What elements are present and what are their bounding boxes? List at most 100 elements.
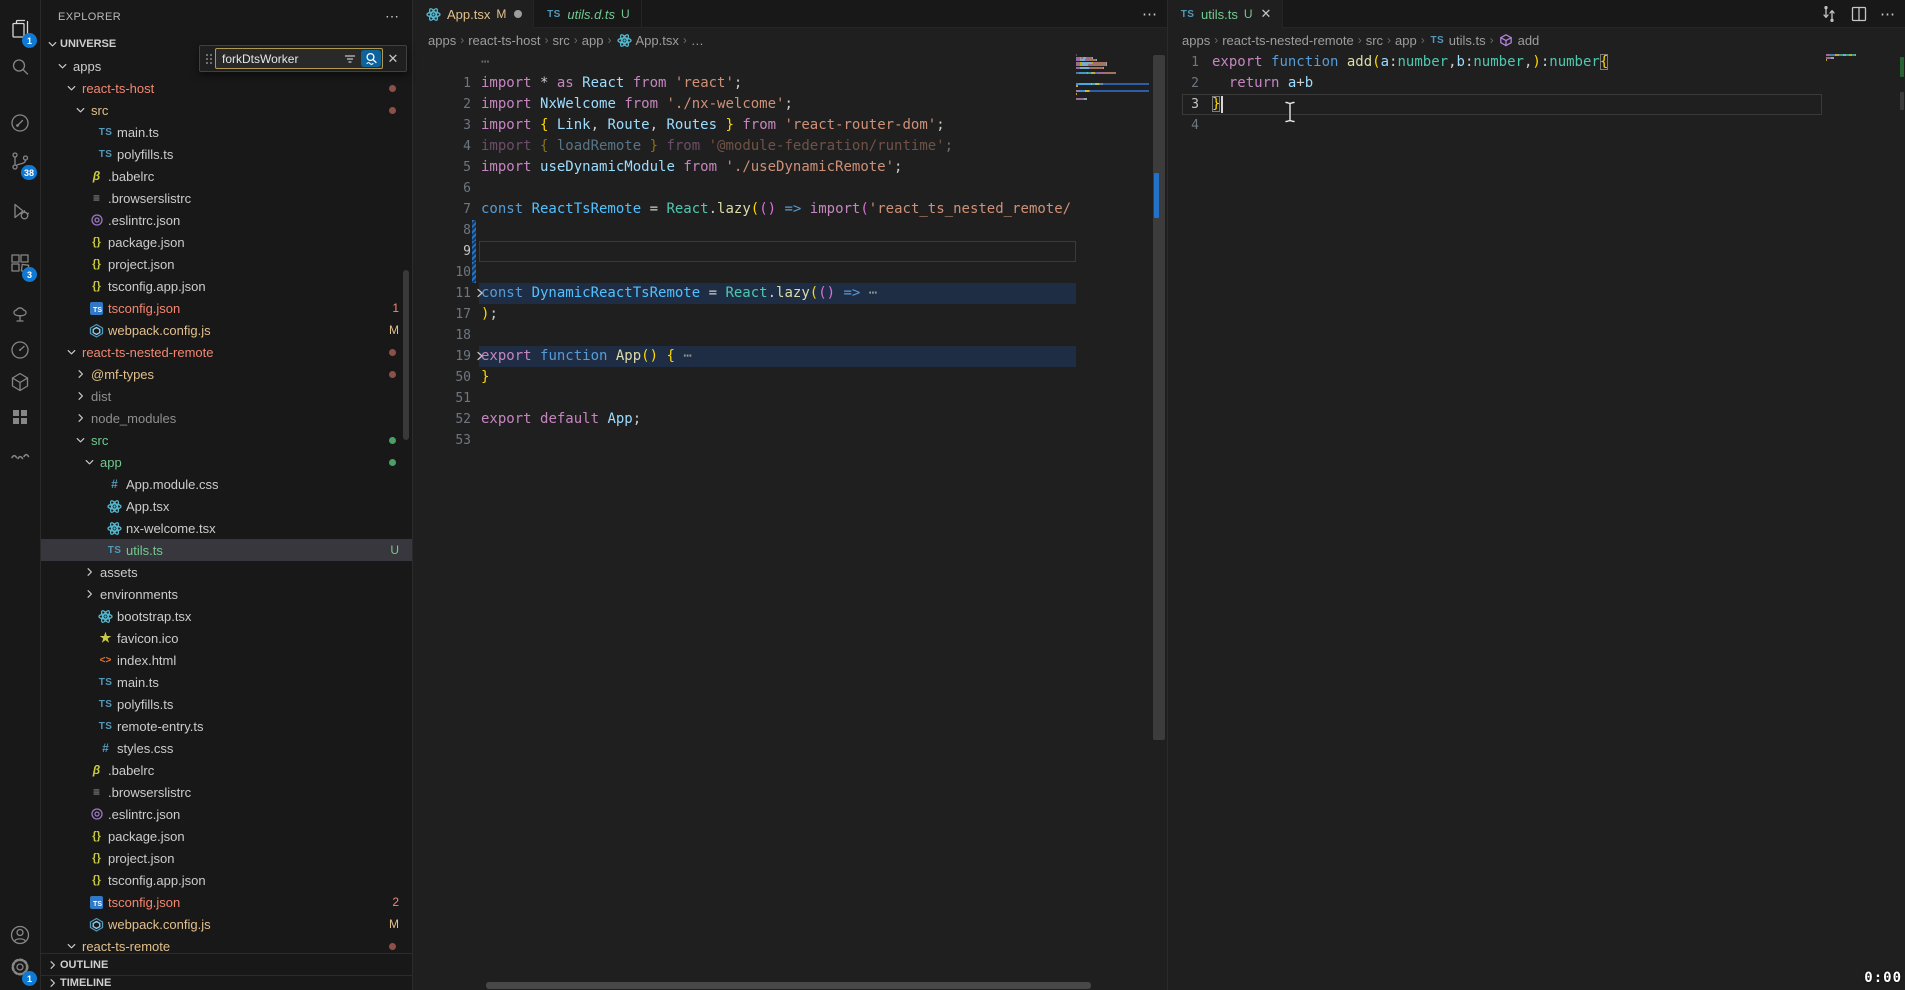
- tree-item-assets[interactable]: assets: [41, 561, 412, 583]
- code-line-9[interactable]: 9: [414, 241, 1167, 262]
- tree-item-polyfills.ts[interactable]: TSpolyfills.ts: [41, 693, 412, 715]
- line-number[interactable]: 6: [414, 178, 471, 199]
- code-line-53[interactable]: 53: [414, 430, 1167, 451]
- tree-item-nx-welcome.tsx[interactable]: nx-welcome.tsx: [41, 517, 412, 539]
- close-icon[interactable]: ✕: [1261, 6, 1272, 22]
- tree-item-.babelrc[interactable]: β.babelrc: [41, 165, 412, 187]
- code-line-17[interactable]: 17);: [414, 304, 1167, 325]
- tree-item-favicon.ico[interactable]: ★favicon.ico: [41, 627, 412, 649]
- breadcrumb-add[interactable]: add: [1498, 33, 1540, 48]
- timeline-section[interactable]: TIMELINE: [41, 975, 412, 990]
- run-debug-icon[interactable]: [0, 192, 40, 230]
- line-number[interactable]: 53: [414, 430, 471, 451]
- tree-item-index.html[interactable]: <>index.html: [41, 649, 412, 671]
- line-number[interactable]: 1: [414, 73, 471, 94]
- vertical-scrollbar[interactable]: [1153, 55, 1165, 740]
- line-number[interactable]: 7: [414, 199, 471, 220]
- code-line-2[interactable]: 2import NxWelcome from './nx-welcome';: [414, 94, 1167, 115]
- dirty-dot-icon[interactable]: [514, 10, 522, 18]
- waves-icon[interactable]: [0, 436, 40, 474]
- code-line-1[interactable]: 1import * as React from 'react';: [414, 73, 1167, 94]
- code-line-11[interactable]: 11const DynamicReactTsRemote = React.laz…: [414, 283, 1167, 304]
- tab-App.tsx[interactable]: App.tsxM: [414, 0, 534, 28]
- tree-item-webpack.config.js[interactable]: webpack.config.jsM: [41, 913, 412, 935]
- code-line-3[interactable]: 3import { Link, Route, Routes } from 're…: [414, 115, 1167, 136]
- breadcrumb-apps[interactable]: apps: [1182, 33, 1210, 48]
- tree-item-main.ts[interactable]: TSmain.ts: [41, 671, 412, 693]
- code-line-52[interactable]: 52export default App;: [414, 409, 1167, 430]
- tree-item-.eslintrc.json[interactable]: .eslintrc.json: [41, 209, 412, 231]
- editor-more-actions-icon[interactable]: ⋯: [1880, 5, 1896, 23]
- line-number[interactable]: 10: [414, 262, 471, 283]
- tree-item-tsconfig.app.json[interactable]: {}tsconfig.app.json: [41, 869, 412, 891]
- line-number[interactable]: 5: [414, 157, 471, 178]
- tree-item-tsconfig.json[interactable]: TStsconfig.json1: [41, 297, 412, 319]
- tree-item-react-ts-remote[interactable]: react-ts-remote: [41, 935, 412, 953]
- breadcrumb-utils.ts[interactable]: TSutils.ts: [1429, 33, 1486, 48]
- tree-item-.browserslistrc[interactable]: ≡.browserslistrc: [41, 187, 412, 209]
- tree-item-environments[interactable]: environments: [41, 583, 412, 605]
- tree-item-tsconfig.json[interactable]: TStsconfig.json2: [41, 891, 412, 913]
- line-number[interactable]: 4: [1168, 115, 1199, 136]
- breadcrumb-react-ts-host[interactable]: react-ts-host: [468, 33, 540, 48]
- code-line-2[interactable]: 2 return a+b: [1168, 73, 1905, 94]
- tab-utils.ts[interactable]: TSutils.tsU✕: [1168, 0, 1283, 28]
- line-number[interactable]: 50: [414, 367, 471, 388]
- code-editor-right[interactable]: 1export function add(a:number,b:number,)…: [1168, 52, 1905, 990]
- grip-icon[interactable]: [203, 52, 215, 66]
- tree-item-main.ts[interactable]: TSmain.ts: [41, 121, 412, 143]
- tree-filter-value[interactable]: forkDtsWorker: [222, 52, 340, 66]
- line-number[interactable]: 17: [414, 304, 471, 325]
- code-line-7[interactable]: 7const ReactTsRemote = React.lazy(() => …: [414, 199, 1167, 220]
- code-editor-left[interactable]: ⋯1import * as React from 'react';2import…: [414, 52, 1167, 990]
- tree-item-@mf-types[interactable]: @mf-types: [41, 363, 412, 385]
- tree-item-webpack.config.js[interactable]: webpack.config.jsM: [41, 319, 412, 341]
- cube-icon[interactable]: [0, 363, 40, 401]
- line-number[interactable]: 2: [414, 94, 471, 115]
- extensions-icon[interactable]: 3: [0, 244, 40, 282]
- code-line-19[interactable]: 19export function App() { ⋯: [414, 346, 1167, 367]
- nx-console-icon[interactable]: [0, 104, 40, 142]
- code-line-10[interactable]: 10: [414, 262, 1167, 283]
- line-number[interactable]: 2: [1168, 73, 1199, 94]
- code-line-4[interactable]: 4import { loadRemote } from '@module-fed…: [414, 136, 1167, 157]
- line-number[interactable]: 1: [1168, 52, 1199, 73]
- editor-more-actions-icon[interactable]: ⋯: [1142, 5, 1158, 23]
- tree-item-src[interactable]: src: [41, 99, 412, 121]
- filter-lines-icon[interactable]: [340, 50, 360, 67]
- line-number[interactable]: 52: [414, 409, 471, 430]
- line-number[interactable]: 4: [414, 136, 471, 157]
- code-line-51[interactable]: 51: [414, 388, 1167, 409]
- code-line-5[interactable]: 5import useDynamicModule from './useDyna…: [414, 157, 1167, 178]
- breadcrumb-app[interactable]: app: [582, 33, 604, 48]
- tree-item-App.tsx[interactable]: App.tsx: [41, 495, 412, 517]
- tree-item-react-ts-host[interactable]: react-ts-host: [41, 77, 412, 99]
- breadcrumb-apps[interactable]: apps: [428, 33, 456, 48]
- breadcrumb-src[interactable]: src: [1366, 33, 1383, 48]
- code-line-3[interactable]: 3}: [1168, 94, 1905, 115]
- tree-item-package.json[interactable]: {}package.json: [41, 231, 412, 253]
- tree-item-nodemodules[interactable]: node_modules: [41, 407, 412, 429]
- tree-item-bootstrap.tsx[interactable]: bootstrap.tsx: [41, 605, 412, 627]
- split-editor-icon[interactable]: [1850, 5, 1868, 23]
- explorer-icon[interactable]: 1: [0, 10, 40, 48]
- code-line-8[interactable]: 8: [414, 220, 1167, 241]
- search-icon[interactable]: [0, 48, 40, 86]
- code-line-x[interactable]: ⋯: [414, 52, 1167, 73]
- tree-item-styles.css[interactable]: #styles.css: [41, 737, 412, 759]
- grid-icon[interactable]: [0, 398, 40, 436]
- minimap[interactable]: [1076, 54, 1149, 103]
- line-number[interactable]: 19: [414, 346, 471, 367]
- tree-filter-field[interactable]: forkDtsWorker: [215, 48, 383, 69]
- breadcrumb-…[interactable]: …: [691, 33, 704, 48]
- tree-item-polyfills.ts[interactable]: TSpolyfills.ts: [41, 143, 412, 165]
- horizontal-scrollbar[interactable]: [486, 982, 1091, 989]
- minimap[interactable]: [1826, 54, 1877, 64]
- line-number[interactable]: 9: [414, 241, 471, 262]
- breadcrumb-react-ts-nested-remote[interactable]: react-ts-nested-remote: [1222, 33, 1354, 48]
- close-icon[interactable]: ✕: [383, 49, 403, 69]
- tree-item-project.json[interactable]: {}project.json: [41, 253, 412, 275]
- code-line-50[interactable]: 50}: [414, 367, 1167, 388]
- tree-item-package.json[interactable]: {}package.json: [41, 825, 412, 847]
- breadcrumb-App.tsx[interactable]: App.tsx: [616, 33, 679, 48]
